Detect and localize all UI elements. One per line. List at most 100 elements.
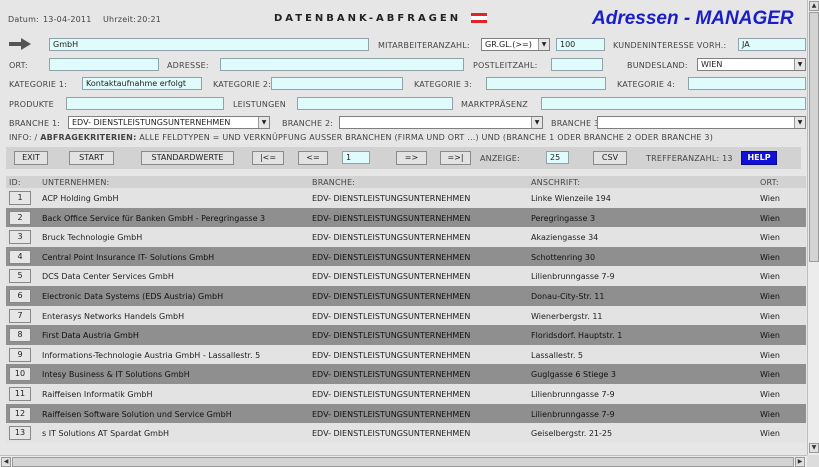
cell-anschrift: Floridsdorf. Hauptstr. 1 <box>531 331 623 340</box>
plz-label: POSTLEITZAHL: <box>473 61 538 70</box>
mitarbeiter-operator-select[interactable]: GR.GL.(>=) ▼ <box>481 38 550 51</box>
table-row[interactable]: 7 Enterasys Networks Handels GmbH EDV- DIE… <box>6 306 806 326</box>
col-branche: BRANCHE: <box>312 178 356 187</box>
table-row[interactable]: 3 Bruck Technologie GmbH EDV- DIENSTLEISTU… <box>6 227 806 247</box>
kategorie2-input[interactable] <box>271 77 403 90</box>
page-number-input[interactable]: 1 <box>342 151 370 164</box>
row-id-button[interactable]: 6 <box>9 289 31 303</box>
chevron-down-icon: ▼ <box>794 59 805 70</box>
table-row[interactable]: 10 Intesy Business & IT Solutions GmbH EDV… <box>6 364 806 384</box>
time-label: Uhrzeit: <box>103 15 136 24</box>
cell-company: Raiffeisen Software Solution und Service… <box>42 410 232 419</box>
help-button[interactable]: HELP <box>741 151 777 165</box>
row-id-button[interactable]: 8 <box>9 328 31 342</box>
company-search-input[interactable]: GmbH <box>49 38 369 51</box>
table-row[interactable]: 2 Back Office Service für Banken GmbH - P… <box>6 208 806 228</box>
row-id-button[interactable]: 7 <box>9 309 31 323</box>
row-id-button[interactable]: 12 <box>9 407 31 421</box>
app-brand: Adressen - MANAGER <box>592 8 794 29</box>
horizontal-scrollbar[interactable]: ◀ ▶ <box>0 455 807 467</box>
treffer-count: TREFFERANZAHL: 13 <box>646 154 733 163</box>
produkte-label: PRODUKTE <box>9 100 54 109</box>
branche1-label: BRANCHE 1: <box>9 119 61 128</box>
vertical-scroll-thumb[interactable] <box>809 12 819 262</box>
table-row[interactable]: 5 DCS Data Center Services GmbH EDV- DIENS… <box>6 266 806 286</box>
row-id-button[interactable]: 10 <box>9 367 31 381</box>
cell-company: Enterasys Networks Handels GmbH <box>42 312 185 321</box>
horizontal-scroll-thumb[interactable] <box>12 457 794 467</box>
row-id-button[interactable]: 3 <box>9 230 31 244</box>
cell-anschrift: Geiselbergstr. 21-25 <box>531 429 613 438</box>
scroll-left-icon[interactable]: ◀ <box>1 457 11 467</box>
marktpraesenz-input[interactable] <box>541 97 806 110</box>
branche2-select[interactable]: ▼ <box>339 116 543 129</box>
chevron-down-icon: ▼ <box>531 117 542 128</box>
kategorie3-input[interactable] <box>486 77 606 90</box>
table-row[interactable]: 4 Central Point Insurance IT- Solutions G… <box>6 247 806 267</box>
kategorie1-input[interactable]: Kontaktaufnahme erfolgt <box>82 77 202 90</box>
table-row[interactable]: 1 ACP Holding GmbH EDV- DIENSTLEISTUNGSUNT… <box>6 188 806 208</box>
scroll-down-icon[interactable]: ▼ <box>809 443 819 453</box>
cell-ort: Wien <box>760 233 780 242</box>
time-value: 20:21 <box>137 15 162 24</box>
cell-branche: EDV- DIENSTLEISTUNGSUNTERNEHMEN <box>312 429 471 438</box>
row-id-button[interactable]: 13 <box>9 426 31 440</box>
leistungen-input[interactable] <box>297 97 453 110</box>
exit-button[interactable]: EXIT <box>14 151 48 165</box>
col-company: UNTERNEHMEN: <box>42 178 110 187</box>
next-page-button[interactable]: => <box>396 151 427 165</box>
cell-anschrift: Lilienbrunngasse 7-9 <box>531 272 615 281</box>
cell-ort: Wien <box>760 253 780 262</box>
first-page-button[interactable]: |<= <box>252 151 284 165</box>
scroll-up-icon[interactable]: ▲ <box>809 1 819 11</box>
row-id-button[interactable]: 9 <box>9 348 31 362</box>
start-button[interactable]: START <box>69 151 114 165</box>
row-id-button[interactable]: 5 <box>9 269 31 283</box>
mitarbeiter-input[interactable]: 100 <box>556 38 605 51</box>
branche3-select[interactable]: ▼ <box>597 116 806 129</box>
table-row[interactable]: 6 Electronic Data Systems (EDS Austria) G… <box>6 286 806 306</box>
bundesland-label: BUNDESLAND: <box>627 61 688 70</box>
cell-company: ACP Holding GmbH <box>42 194 119 203</box>
table-row[interactable]: 11 Raiffeisen Informatik GmbH EDV- DIENSTL… <box>6 384 806 404</box>
adresse-input[interactable] <box>220 58 464 71</box>
last-page-button[interactable]: =>| <box>440 151 471 165</box>
kategorie4-label: KATEGORIE 4: <box>617 80 676 89</box>
cell-ort: Wien <box>760 351 780 360</box>
row-id-button[interactable]: 4 <box>9 250 31 264</box>
table-row[interactable]: 13 s IT Solutions AT Spardat GmbH EDV- DIE… <box>6 423 806 443</box>
kundeninteresse-input[interactable]: JA <box>738 38 806 51</box>
cell-branche: EDV- DIENSTLEISTUNGSUNTERNEHMEN <box>312 214 471 223</box>
scroll-right-icon[interactable]: ▶ <box>795 457 805 467</box>
kategorie4-input[interactable] <box>688 77 806 90</box>
plz-input[interactable] <box>551 58 603 71</box>
cell-ort: Wien <box>760 331 780 340</box>
branche1-select[interactable]: EDV- DIENSTLEISTUNGSUNTERNEHMEN ▼ <box>68 116 270 129</box>
chevron-down-icon: ▼ <box>258 117 269 128</box>
table-row[interactable]: 8 First Data Austria GmbH EDV- DIENSTLEIST… <box>6 325 806 345</box>
scrollbar-corner <box>807 455 819 467</box>
row-id-button[interactable]: 1 <box>9 191 31 205</box>
cell-company: Intesy Business & IT Solutions GmbH <box>42 370 190 379</box>
row-id-button[interactable]: 11 <box>9 387 31 401</box>
bundesland-value: WIEN <box>701 60 723 69</box>
date-value: 13-04-2011 <box>43 15 92 24</box>
table-row[interactable]: 9 Informations-Technologie Austria GmbH -… <box>6 345 806 365</box>
prev-page-button[interactable]: <= <box>298 151 328 165</box>
info-prefix: INFO: / <box>9 133 38 142</box>
standardwerte-button[interactable]: STANDARDWERTE <box>141 151 234 165</box>
bundesland-select[interactable]: WIEN ▼ <box>697 58 806 71</box>
table-row[interactable]: 12 Raiffeisen Software Solution und Servi… <box>6 404 806 424</box>
csv-button[interactable]: CSV <box>593 151 627 165</box>
cell-company: Bruck Technologie GmbH <box>42 233 143 242</box>
anzeige-input[interactable]: 25 <box>546 151 569 164</box>
vertical-scrollbar[interactable]: ▲ ▼ <box>807 0 819 455</box>
leistungen-label: LEISTUNGEN <box>233 100 286 109</box>
ort-input[interactable] <box>49 58 159 71</box>
chevron-down-icon: ▼ <box>538 39 549 50</box>
cell-anschrift: Lassallestr. 5 <box>531 351 583 360</box>
row-id-button[interactable]: 2 <box>9 211 31 225</box>
produkte-input[interactable] <box>66 97 224 110</box>
adresse-label: ADRESSE: <box>167 61 209 70</box>
cell-anschrift: Akaziengasse 34 <box>531 233 599 242</box>
